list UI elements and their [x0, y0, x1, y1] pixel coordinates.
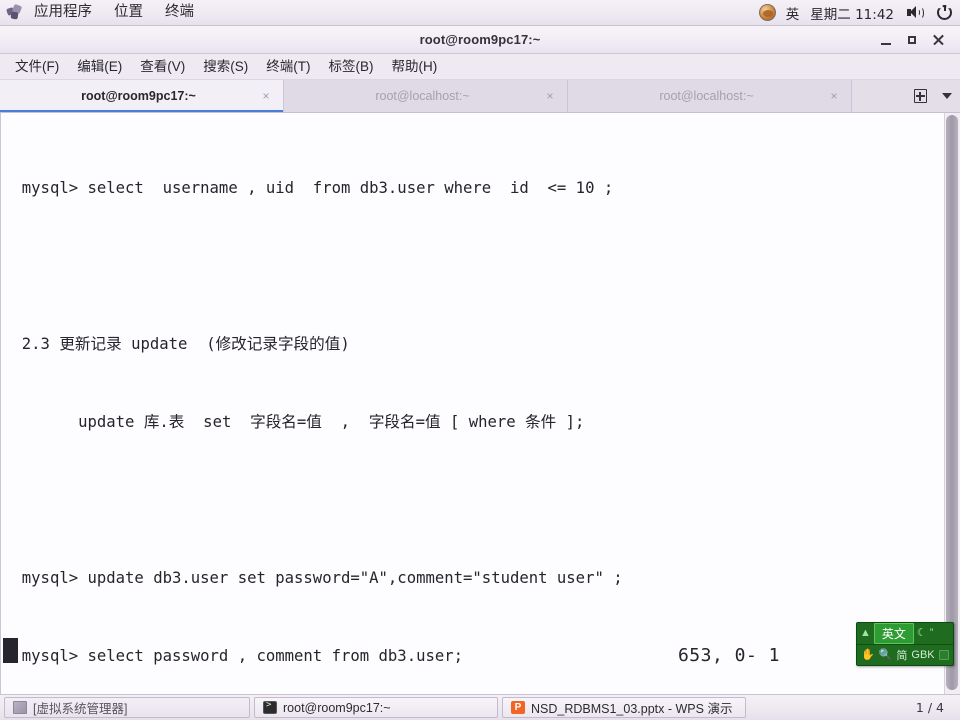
- ime-panel-top-row: ▲ 英文 ☾ ”: [857, 623, 953, 645]
- taskbar-item-label: root@room9pc17:~: [283, 700, 391, 715]
- terminal-window: root@room9pc17:~ 文件(F) 编辑(E) 查看(V) 搜索(S)…: [0, 26, 960, 694]
- tab-tools: [913, 80, 960, 112]
- volume-icon[interactable]: [907, 5, 924, 20]
- ime-panel-bottom-row: ✋ 🔍 简 GBK: [857, 645, 953, 665]
- input-method-icon[interactable]: [758, 4, 776, 21]
- ime-indicator-label[interactable]: 英: [786, 3, 800, 23]
- minimize-button[interactable]: [873, 27, 899, 53]
- menu-file[interactable]: 文件(F): [6, 55, 68, 79]
- tab-label: root@localhost:~: [659, 89, 754, 103]
- panel-menu-applications[interactable]: 应用程序: [23, 0, 103, 25]
- tab-close-icon[interactable]: ×: [823, 90, 845, 102]
- chevron-up-icon[interactable]: ▲: [860, 628, 871, 639]
- clock[interactable]: 星期二 11:42: [810, 3, 894, 23]
- terminal-body[interactable]: mysql> select username , uid from db3.us…: [0, 113, 960, 694]
- terminal-line: mysql> select username , uid from db3.us…: [3, 179, 614, 197]
- window-controls: [873, 26, 951, 54]
- terminal-line: 2.3 更新记录 update (修改记录字段的值): [3, 335, 350, 353]
- wps-icon: P: [511, 701, 525, 714]
- tab-label: root@room9pc17:~: [81, 89, 196, 103]
- new-tab-icon[interactable]: [913, 88, 928, 104]
- scrollbar[interactable]: [944, 113, 960, 694]
- window-titlebar: root@room9pc17:~: [0, 26, 960, 54]
- menu-view[interactable]: 查看(V): [131, 55, 194, 79]
- taskbar-item-terminal[interactable]: root@room9pc17:~: [254, 697, 498, 718]
- terminal-line: mysql> select password , comment from db…: [3, 647, 464, 665]
- virt-manager-icon: [13, 701, 27, 714]
- magnifier-icon[interactable]: 🔍: [879, 649, 893, 661]
- chevron-down-icon[interactable]: [942, 93, 952, 99]
- workspace-indicator[interactable]: 1 / 4: [916, 700, 956, 715]
- ime-encoding-label[interactable]: GBK: [911, 649, 934, 661]
- tab-close-icon[interactable]: ×: [539, 90, 561, 102]
- ime-simplified-label[interactable]: 简: [896, 647, 907, 663]
- applications-icon: [6, 3, 23, 20]
- terminal-text: mysql> select username , uid from db3.us…: [1, 113, 944, 694]
- quote-icon[interactable]: ”: [930, 628, 934, 639]
- menu-edit[interactable]: 编辑(E): [68, 55, 131, 79]
- terminal-icon: [263, 700, 277, 714]
- tab-bar: root@room9pc17:~ × root@localhost:~ × ro…: [0, 80, 960, 113]
- ime-panel[interactable]: ▲ 英文 ☾ ” ✋ 🔍 简 GBK: [856, 622, 954, 666]
- menubar: 文件(F) 编辑(E) 查看(V) 搜索(S) 终端(T) 标签(B) 帮助(H…: [0, 54, 960, 80]
- taskbar-item-label: NSD_RDBMS1_03.pptx - WPS 演示: [531, 702, 733, 716]
- tab-label: root@localhost:~: [375, 89, 470, 103]
- scrollbar-thumb[interactable]: [946, 115, 958, 691]
- top-panel: 应用程序 位置 终端 英 星期二 11:42: [0, 0, 960, 26]
- menu-tabs[interactable]: 标签(B): [320, 55, 383, 79]
- menu-help[interactable]: 帮助(H): [383, 55, 447, 79]
- hand-icon[interactable]: ✋: [861, 649, 875, 661]
- taskbar: [虚拟系统管理器] root@room9pc17:~ P NSD_RDBMS1_…: [0, 694, 960, 720]
- close-button[interactable]: [925, 27, 951, 53]
- tab-root-room9pc17[interactable]: root@room9pc17:~ ×: [0, 80, 284, 112]
- panel-menu-terminal[interactable]: 终端: [154, 0, 205, 25]
- menu-search[interactable]: 搜索(S): [194, 55, 257, 79]
- maximize-button[interactable]: [899, 27, 925, 53]
- keyboard-icon[interactable]: [938, 650, 949, 660]
- tab-root-localhost-1[interactable]: root@localhost:~ ×: [284, 80, 568, 112]
- terminal-line: update 库.表 set 字段名=值 , 字段名=值 [ where 条件 …: [3, 413, 585, 431]
- terminal-line: mysql> update db3.user set password="A",…: [3, 569, 623, 587]
- tab-root-localhost-2[interactable]: root@localhost:~ ×: [568, 80, 852, 112]
- editor-ruler: 653, 0- 1: [677, 645, 780, 666]
- system-tray: 英 星期二 11:42: [758, 3, 960, 23]
- ime-language-label[interactable]: 英文: [873, 623, 914, 644]
- text-cursor: [3, 638, 18, 663]
- taskbar-item-wps[interactable]: P NSD_RDBMS1_03.pptx - WPS 演示: [502, 697, 746, 718]
- menu-terminal[interactable]: 终端(T): [257, 55, 319, 79]
- tab-close-icon[interactable]: ×: [255, 90, 277, 102]
- taskbar-item-virt-manager[interactable]: [虚拟系统管理器]: [4, 697, 250, 718]
- taskbar-item-label: [虚拟系统管理器]: [33, 702, 128, 716]
- power-icon[interactable]: [937, 5, 952, 20]
- moon-icon[interactable]: ☾: [917, 628, 927, 639]
- panel-menu-places[interactable]: 位置: [103, 0, 154, 25]
- window-title: root@room9pc17:~: [419, 32, 541, 47]
